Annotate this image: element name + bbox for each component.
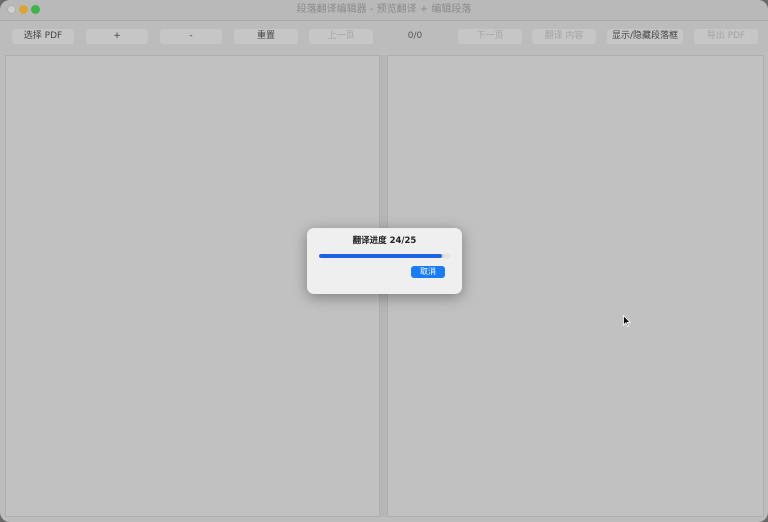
zoom-in-button[interactable]: + [86,29,148,44]
app-window: 段落翻译编辑器 - 预览翻译 + 编辑段落 选择 PDF + - 重置 上一页 … [0,0,768,522]
translation-progress-dialog: 翻译进度 24/25 取消 [307,228,462,294]
page-indicator: 0/0 [407,31,423,41]
window-title: 段落翻译编辑器 - 预览翻译 + 编辑段落 [296,4,472,15]
select-pdf-button[interactable]: 选择 PDF [12,29,74,44]
toggle-paragraph-boxes-button[interactable]: 显示/隐藏段落框 [607,29,683,44]
prev-page-button[interactable]: 上一页 [309,29,373,44]
mouse-pointer-icon [623,312,632,331]
reset-button[interactable]: 重置 [234,29,298,44]
export-pdf-button[interactable]: 导出 PDF [694,29,758,44]
progress-title: 翻译进度 24/25 [352,236,417,246]
cancel-button[interactable]: 取消 [411,266,445,278]
progress-fill [319,254,442,258]
next-page-button[interactable]: 下一页 [458,29,522,44]
title-bar: 段落翻译编辑器 - 预览翻译 + 编辑段落 [0,0,768,21]
progress-bar [319,254,447,258]
zoom-out-button[interactable]: - [160,29,222,44]
progress-end-cap [444,253,450,259]
translate-button[interactable]: 翻译 内容 [532,29,596,44]
toolbar: 选择 PDF + - 重置 上一页 0/0 下一页 翻译 内容 显示/隐藏段落框… [0,21,768,51]
